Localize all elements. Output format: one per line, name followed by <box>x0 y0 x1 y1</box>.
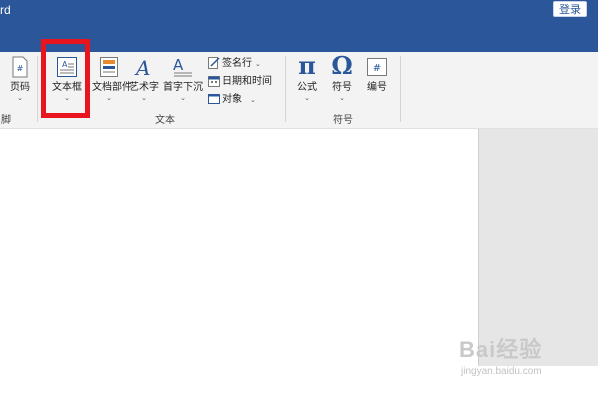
wordart-button[interactable]: A 艺术字 ⌄ <box>128 56 160 103</box>
drop-cap-icon: A <box>173 56 192 77</box>
number-icon: # <box>367 58 387 76</box>
wordart-label: 艺术字 <box>129 82 159 93</box>
signature-pen-icon <box>208 57 220 70</box>
signature-line-button[interactable]: 签名行 ⌄ <box>208 54 261 70</box>
group-label-header-footer: 脚 <box>1 115 11 126</box>
quick-parts-button[interactable]: 文档部件 ⌄ <box>92 56 132 103</box>
date-time-button[interactable]: 日期和时间 <box>208 72 272 88</box>
watermark: Bai经验 jingyan.baidu.com <box>455 332 598 384</box>
watermark-logo: Bai经验 <box>459 337 543 362</box>
number-label: 编号 <box>367 82 387 93</box>
svg-text:A: A <box>134 56 150 78</box>
page-number-icon: # <box>12 56 28 78</box>
object-label: 对象 <box>222 94 242 105</box>
chevron-down-icon: ⌄ <box>304 95 310 102</box>
watermark-url: jingyan.baidu.com <box>461 366 542 377</box>
number-button[interactable]: # 编号 <box>362 56 392 93</box>
svg-text:A: A <box>173 56 184 74</box>
object-icon <box>208 94 220 105</box>
side-pane <box>478 129 598 366</box>
chevron-down-icon: ⌄ <box>250 97 256 104</box>
quick-parts-label: 文档部件 <box>92 82 132 93</box>
chevron-down-icon: ⌄ <box>17 95 23 102</box>
omega-icon: Ω <box>331 51 353 80</box>
symbol-label: 符号 <box>332 82 352 93</box>
group-label-text: 文本 <box>155 115 175 126</box>
login-button[interactable]: 登录 <box>553 1 587 17</box>
document-page[interactable] <box>0 129 478 400</box>
svg-text:#: # <box>17 64 24 73</box>
calendar-icon <box>208 76 220 88</box>
chevron-down-icon: ⌄ <box>141 95 147 102</box>
page-number-label: 页码 <box>10 82 30 93</box>
signature-line-label: 签名行 <box>222 58 252 69</box>
group-separator <box>285 56 286 122</box>
pi-icon: π <box>298 51 316 80</box>
group-separator <box>37 56 38 122</box>
svg-text:#: # <box>373 63 381 74</box>
group-separator <box>400 56 401 122</box>
drop-cap-button[interactable]: A 首字下沉 ⌄ <box>163 56 203 103</box>
chevron-down-icon: ⌄ <box>106 95 112 102</box>
page-number-button[interactable]: # 页码 ⌄ <box>6 56 34 103</box>
wordart-icon: A <box>134 56 150 78</box>
drop-cap-label: 首字下沉 <box>163 82 203 93</box>
equation-label: 公式 <box>297 82 317 93</box>
date-time-label: 日期和时间 <box>222 76 272 87</box>
chevron-down-icon: ⌄ <box>255 61 261 68</box>
equation-button[interactable]: π 公式 ⌄ <box>292 54 322 103</box>
highlight-box <box>41 39 90 118</box>
object-button[interactable]: 对象 ⌄ <box>208 90 256 105</box>
quick-parts-icon <box>100 57 118 77</box>
app-title: rd <box>0 3 11 17</box>
group-label-symbols: 符号 <box>333 115 353 126</box>
symbol-button[interactable]: Ω 符号 ⌄ <box>327 54 357 103</box>
chevron-down-icon: ⌄ <box>180 95 186 102</box>
chevron-down-icon: ⌄ <box>339 95 345 102</box>
